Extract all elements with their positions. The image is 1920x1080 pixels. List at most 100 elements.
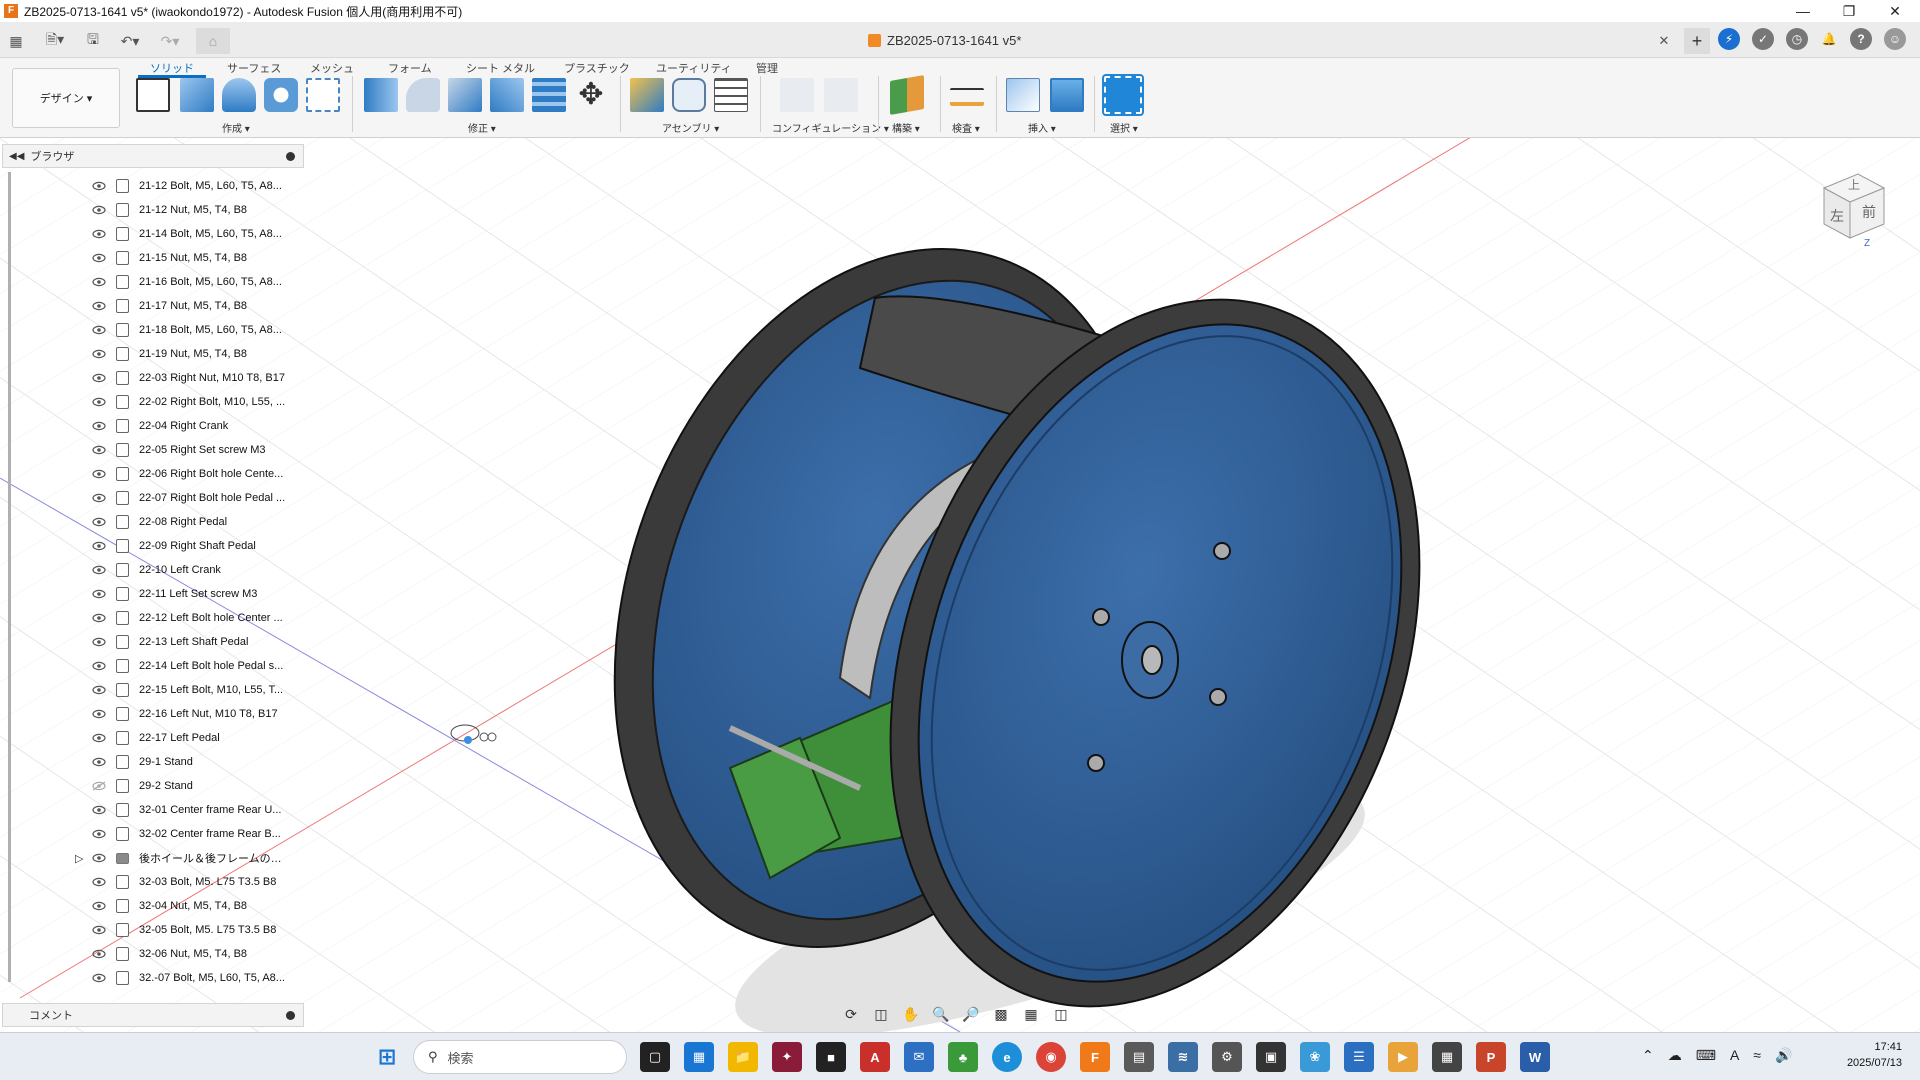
eye-icon[interactable] [90,660,108,672]
browser-item[interactable]: 22-12 Left Bolt hole Center ... [90,606,300,630]
home-icon[interactable]: ⌂ [196,28,230,54]
eye-icon[interactable] [90,948,108,960]
notifications-clock-icon[interactable]: ◷ [1786,28,1808,50]
eye-icon[interactable] [90,468,108,480]
joint-icon[interactable] [672,78,706,112]
revolve-icon[interactable] [222,78,256,112]
wheel-hub[interactable] [1121,621,1179,699]
insert-derive-icon[interactable] [1006,78,1040,112]
eye-icon[interactable] [90,420,108,432]
configure-group-label[interactable]: コンフィギュレーション ▾ [772,120,889,135]
eye-icon[interactable] [90,276,108,288]
help-icon[interactable]: ? [1850,28,1872,50]
app-icon-gray[interactable]: ▤ [1124,1042,1154,1072]
browser-item[interactable]: 22-14 Left Bolt hole Pedal s... [90,654,300,678]
eye-icon[interactable] [90,540,108,552]
eye-icon[interactable] [90,876,108,888]
eye-icon[interactable] [90,828,108,840]
hub-bolt[interactable] [1087,754,1105,772]
insert-group-label[interactable]: 挿入 ▾ [1028,120,1056,135]
press-pull-icon[interactable] [364,78,398,112]
browser-item[interactable]: 21-18 Bolt, M5, L60, T5, A8... [90,318,300,342]
browser-item[interactable]: 21-19 Nut, M5, T4, B8 [90,342,300,366]
viewports-icon[interactable]: ◫ [1050,1004,1072,1024]
task-view-icon[interactable]: ▢ [640,1042,670,1072]
eye-icon[interactable] [90,396,108,408]
tab-manage[interactable]: 管理 [756,60,778,76]
file-menu-icon[interactable]: 🗎▾ [38,28,72,54]
chrome-browser-icon[interactable]: ◉ [1036,1042,1066,1072]
browser-item[interactable]: 22-13 Left Shaft Pedal [90,630,300,654]
app-icon-blue[interactable]: ❀ [1300,1042,1330,1072]
eye-icon[interactable] [90,348,108,360]
close-document-tab-button[interactable]: ✕ [1654,28,1674,54]
configure-rule-icon[interactable] [824,78,858,112]
eye-icon[interactable] [90,588,108,600]
browser-item[interactable]: 22-08 Right Pedal [90,510,300,534]
browser-item[interactable]: 22-11 Left Set screw M3 [90,582,300,606]
eye-icon[interactable] [90,612,108,624]
settings-gear-icon[interactable]: ⚙ [1212,1042,1242,1072]
offset-face-icon[interactable] [532,78,566,112]
maximize-button[interactable]: ❐ [1826,0,1872,22]
create-sketch-icon[interactable] [136,78,170,112]
tab-sheet-metal[interactable]: シート メタル [466,60,535,76]
edge-browser-icon[interactable]: e [992,1042,1022,1072]
shell-icon[interactable] [448,78,482,112]
job-status-icon[interactable]: ✓ [1752,28,1774,50]
hub-bolt[interactable] [1213,542,1231,560]
combine-icon[interactable] [490,78,524,112]
fusion-taskbar-icon[interactable]: F [1080,1042,1110,1072]
start-windows-icon[interactable]: ⊞ [372,1042,402,1072]
browser-item[interactable]: 22-05 Right Set screw M3 [90,438,300,462]
view-cube[interactable]: 上 左 前 Z [1810,166,1890,249]
eye-icon[interactable] [90,804,108,816]
browser-folder[interactable]: ▷ 後ホイール＆後フレームのベアリ... [75,846,300,870]
orbit-icon[interactable]: ⟳ [840,1004,862,1024]
browser-item[interactable]: 22-06 Right Bolt hole Cente... [90,462,300,486]
new-component-icon[interactable] [630,78,664,112]
eye-icon[interactable] [90,564,108,576]
zoom-window-icon[interactable]: 🔎 [960,1004,982,1024]
eye-icon[interactable] [90,900,108,912]
eye-icon[interactable] [90,972,108,984]
browser-item[interactable]: 32.-07 Bolt, M5, L60, T5, A8... [90,966,300,990]
app-icon-dark[interactable]: ■ [816,1042,846,1072]
wifi-icon[interactable]: ≈ [1753,1047,1761,1064]
expand-triangle-icon[interactable]: ▷ [75,852,83,865]
view-cube-front-face[interactable]: 前 [1862,202,1876,222]
eye-icon[interactable] [90,228,108,240]
eye-icon[interactable] [90,204,108,216]
tab-utilities[interactable]: ユーティリティ [656,60,732,76]
select-group-label[interactable]: 選択 ▾ [1110,120,1138,135]
tab-surface[interactable]: サーフェス [227,60,281,76]
browser-item[interactable]: 22-04 Right Crank [90,414,300,438]
construct-group-label[interactable]: 構築 ▾ [892,120,920,135]
browser-item[interactable]: 32-03 Bolt, M5. L75 T3.5 B8 [90,870,300,894]
collapse-browser-icon[interactable]: ◀◀ [9,151,24,162]
grid-settings-icon[interactable]: ▦ [1020,1004,1042,1024]
hole-icon[interactable] [264,78,298,112]
save-icon[interactable]: 🖫 [82,28,104,54]
browser-item[interactable]: 32-02 Center frame Rear B... [90,822,300,846]
view-cube-left-face[interactable]: 左 [1830,206,1844,226]
browser-options-icon[interactable] [286,151,295,161]
eye-icon[interactable] [90,756,108,768]
pan-hand-icon[interactable]: ✋ [900,1004,922,1024]
assemble-group-label[interactable]: アセンブリ ▾ [662,120,719,135]
view-cube-top-face[interactable]: 上 [1848,176,1860,193]
app-icon-chart[interactable]: ≋ [1168,1042,1198,1072]
eye-icon[interactable] [90,372,108,384]
display-settings-icon[interactable]: ▩ [990,1004,1012,1024]
browser-item[interactable]: 21-15 Nut, M5, T4, B8 [90,246,300,270]
app-icon-red[interactable]: ✦ [772,1042,802,1072]
browser-panel-header[interactable]: ◀◀ ブラウザ [2,144,304,168]
eye-hidden-icon[interactable] [90,780,108,792]
insert-image-icon[interactable] [1050,78,1084,112]
app-icon-acrobat[interactable]: A [860,1042,890,1072]
browser-item[interactable]: 22-10 Left Crank [90,558,300,582]
widgets-icon[interactable]: ▦ [684,1042,714,1072]
tab-mesh[interactable]: メッシュ [310,60,354,76]
browser-item[interactable]: 22-07 Right Bolt hole Pedal ... [90,486,300,510]
taskbar-search-input[interactable]: ⚲ 検索 [413,1040,627,1074]
